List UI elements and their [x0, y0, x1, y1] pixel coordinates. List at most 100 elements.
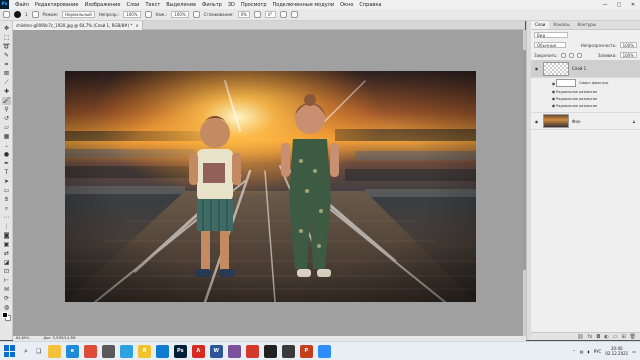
frame-tool-icon[interactable]: ⊠	[2, 70, 11, 78]
menu-item[interactable]: Справка	[356, 2, 384, 8]
minimize-icon[interactable]: —	[598, 2, 612, 8]
chrome-icon[interactable]	[83, 344, 97, 358]
word-icon[interactable]: W	[209, 344, 223, 358]
powerpoint-icon[interactable]: P	[299, 344, 313, 358]
layer-row-layer1[interactable]: ◉ Слой 1	[531, 60, 640, 78]
note-tool-icon[interactable]: ✉	[2, 286, 11, 294]
clone-stamp-tool-icon[interactable]: ⚲	[2, 106, 11, 114]
menu-item[interactable]: Файл	[12, 2, 32, 8]
shape-tool-icon[interactable]: ▭	[2, 187, 11, 195]
eye-icon[interactable]: ◉	[534, 66, 539, 71]
layer-name[interactable]: Слой 1	[572, 66, 586, 71]
menu-item[interactable]: Слои	[123, 2, 142, 8]
folder-icon[interactable]: ▭	[613, 334, 618, 340]
store-icon[interactable]	[101, 344, 115, 358]
pressure-opacity-icon[interactable]	[144, 11, 152, 18]
screen-mode-icon[interactable]: ▣	[2, 241, 11, 249]
zoom-icon[interactable]	[317, 344, 331, 358]
link-icon[interactable]: ⛓	[577, 334, 583, 340]
acrobat-icon[interactable]: A	[191, 344, 205, 358]
pressure-size-icon[interactable]	[279, 11, 287, 18]
type-tool-icon[interactable]: T	[2, 169, 11, 177]
mask-icon[interactable]: ◘	[596, 334, 600, 340]
lock-position-icon[interactable]	[568, 52, 574, 58]
explorer-icon[interactable]	[47, 344, 61, 358]
menu-item[interactable]: Текст	[142, 2, 163, 8]
photoshop-icon[interactable]: Ps	[173, 344, 187, 358]
windows-start-icon[interactable]	[4, 345, 16, 357]
canvas-area[interactable]	[13, 30, 523, 336]
notifications-icon[interactable]: ▭	[632, 349, 636, 354]
angle-input[interactable]: 0°	[264, 11, 276, 18]
brush-size[interactable]: 1	[25, 12, 28, 17]
menu-item[interactable]: 3D	[225, 2, 238, 8]
viber-icon[interactable]	[227, 344, 241, 358]
panel-tab[interactable]: Слои	[531, 21, 550, 29]
dodge-tool-icon[interactable]: ●	[2, 151, 11, 159]
brush-preset-icon[interactable]	[14, 11, 21, 18]
filter-row[interactable]: ◉ Радиальное размытие	[531, 95, 640, 102]
smoothing-settings-icon[interactable]	[253, 11, 261, 18]
close-tab-icon[interactable]: ×	[135, 23, 138, 28]
swap-colors-icon[interactable]: ⇄	[2, 250, 11, 258]
airbrush-icon[interactable]	[192, 11, 200, 18]
search-icon[interactable]: ⌕	[24, 347, 28, 356]
menu-item[interactable]: Изображение	[81, 2, 123, 8]
lock-all-icon[interactable]	[576, 52, 582, 58]
smart-filters-row[interactable]: ◉ Смарт-фильтры	[531, 78, 640, 88]
smoothing-input[interactable]: 0%	[237, 11, 250, 18]
document-canvas-image[interactable]	[65, 71, 476, 302]
eyedropper-tool-icon[interactable]: ⟋	[2, 79, 11, 87]
foreground-color-swatch[interactable]	[2, 312, 8, 318]
document-tab[interactable]: children-g0090c7c_1920.jpg @ 64,7% (Слой…	[13, 21, 143, 30]
artboard-tool-icon[interactable]: ⊡	[2, 268, 11, 276]
filter-mask-thumbnail[interactable]	[556, 79, 576, 87]
quick-mask-icon[interactable]: ◙	[2, 232, 11, 240]
menu-item[interactable]: Просмотр	[238, 2, 270, 8]
blur-tool-icon[interactable]: 💧︎	[2, 142, 11, 150]
lasso-tool-icon[interactable]: ➰	[2, 43, 11, 51]
ruler-tool-icon[interactable]: ⊢	[2, 277, 11, 285]
close-icon[interactable]: ✕	[626, 2, 640, 8]
fill-input[interactable]: 100%	[619, 52, 637, 58]
edge-icon[interactable]: e	[65, 344, 79, 358]
pen-tool-icon[interactable]: ✒	[2, 160, 11, 168]
edit-toolbar-icon[interactable]: ⋮	[2, 223, 11, 231]
marquee-tool-icon[interactable]: ⬚	[2, 34, 11, 42]
pressure-input[interactable]: 100%	[171, 11, 189, 18]
rotate-view-tool-icon[interactable]: ⟳	[2, 295, 11, 303]
menu-item[interactable]: Редактирование	[32, 2, 82, 8]
panel-opacity-input[interactable]: 100%	[619, 42, 637, 48]
adjustment-icon[interactable]: ◐	[604, 334, 608, 340]
home-icon[interactable]	[3, 11, 10, 18]
blend-mode-select[interactable]: Обычные	[534, 42, 566, 48]
eraser-tool-icon[interactable]: ▱	[2, 124, 11, 132]
trash-icon[interactable]: 🗑︎	[630, 334, 636, 340]
sponge-tool-icon[interactable]: ◍	[2, 304, 11, 312]
path-select-tool-icon[interactable]: ➤	[2, 178, 11, 186]
gradient-tool-icon[interactable]: ▦	[2, 133, 11, 141]
opacity-input[interactable]: 100%	[123, 11, 141, 18]
menu-item[interactable]: Подключенные модули	[270, 2, 338, 8]
default-colors-icon[interactable]: ◪	[2, 259, 11, 267]
zoom-tool-icon[interactable]: ⌕	[2, 205, 11, 213]
history-brush-tool-icon[interactable]: ↺	[2, 115, 11, 123]
lock-pixels-icon[interactable]	[560, 52, 566, 58]
filter-row[interactable]: ◉ Радиальное размытие	[531, 102, 640, 109]
maximize-icon[interactable]: □	[612, 2, 626, 8]
filter-row[interactable]: ◉ Радиальное размытие	[531, 88, 640, 95]
task-view-icon[interactable]: ❏	[36, 348, 41, 355]
hand-tool-icon[interactable]: ✋︎	[2, 196, 11, 204]
new-layer-icon[interactable]: ⊞	[621, 334, 625, 340]
camera-icon[interactable]	[281, 344, 295, 358]
mode-select[interactable]: Нормальный	[62, 11, 95, 18]
clock[interactable]: 20:40 02.12.2021	[605, 346, 628, 356]
layer-row-background[interactable]: ◉ Фон 🔒︎	[531, 112, 640, 130]
menu-item[interactable]: Окно	[337, 2, 356, 8]
brush-tool-icon[interactable]: 🖌︎	[2, 97, 11, 105]
brush-settings-icon[interactable]	[31, 11, 39, 18]
eye-icon[interactable]: ◉	[534, 119, 539, 124]
photos-icon[interactable]	[155, 344, 169, 358]
yandex-icon[interactable]: Я	[137, 344, 151, 358]
move-tool-icon[interactable]: ✥	[2, 25, 11, 33]
